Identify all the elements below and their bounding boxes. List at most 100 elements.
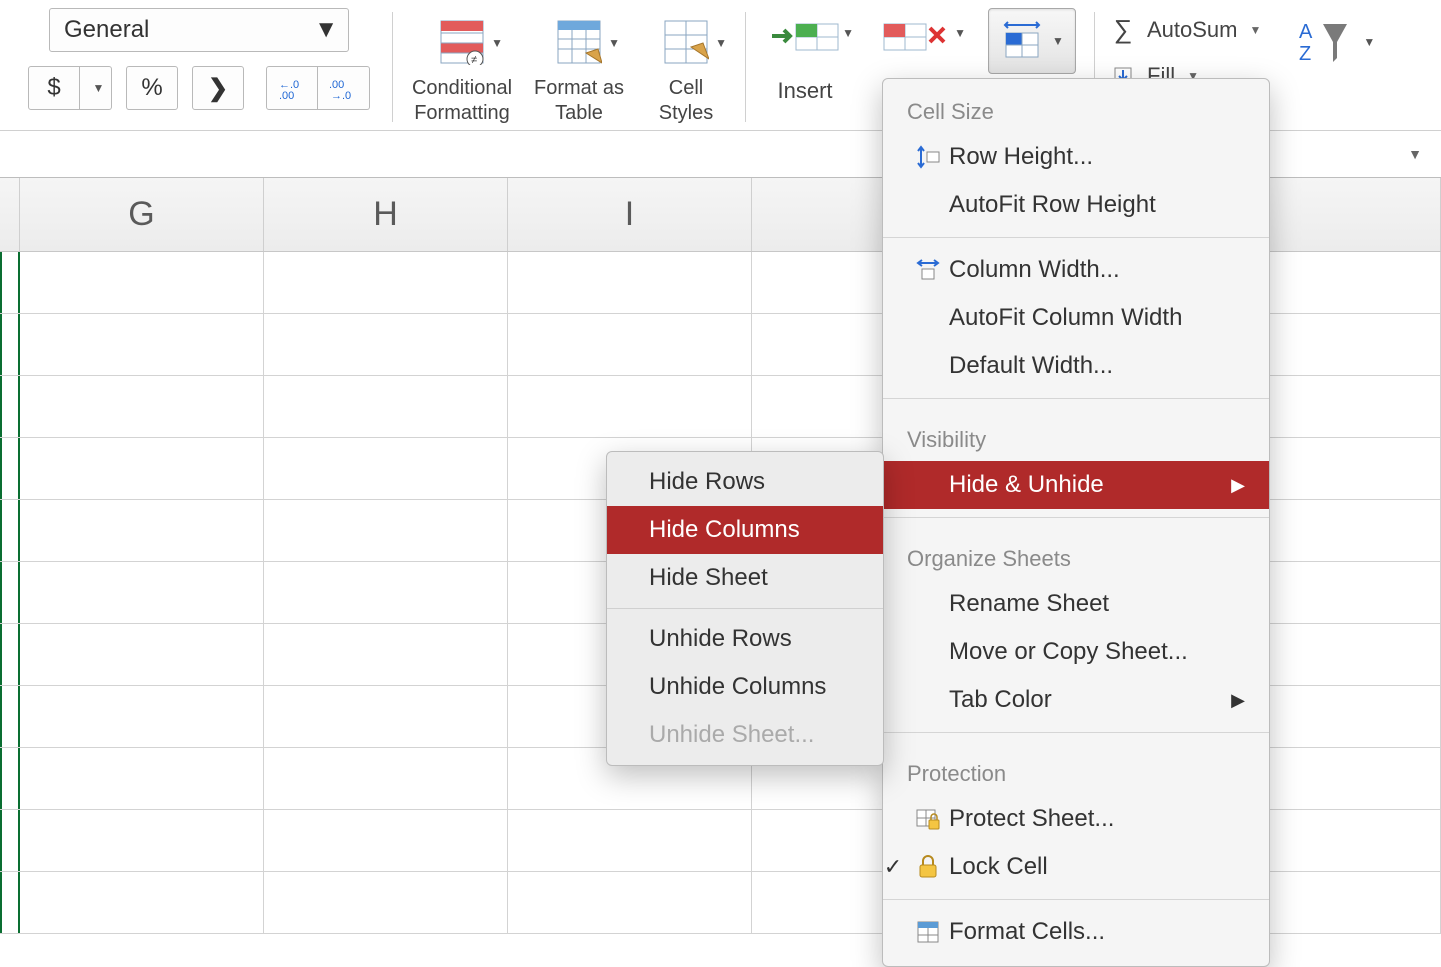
- chevron-down-icon: ▼: [608, 36, 620, 50]
- svg-text:.00: .00: [279, 90, 294, 100]
- menu-item-autofit-column-width[interactable]: AutoFit Column Width: [883, 294, 1269, 342]
- increase-decimal-icon: ←.0 .00: [277, 76, 307, 100]
- format-cells-icon: [1000, 19, 1044, 63]
- chevron-down-icon: ▼: [1250, 23, 1262, 37]
- menu-section-visibility: Visibility: [883, 407, 1269, 461]
- delete-cells-icon: [882, 18, 952, 54]
- percent-button[interactable]: %: [126, 66, 178, 110]
- submenu-label: Unhide Rows: [649, 625, 792, 652]
- chevron-down-icon: ▼: [1408, 146, 1422, 162]
- menu-item-protect-sheet[interactable]: Protect Sheet...: [883, 795, 1269, 843]
- submenu-label: Hide Columns: [649, 516, 800, 543]
- menu-item-label: Hide & Unhide: [949, 471, 1231, 499]
- column-header-edge: [0, 178, 20, 251]
- menu-item-row-height[interactable]: Row Height...: [883, 133, 1269, 181]
- submenu-item-unhide-sheet: Unhide Sheet...: [607, 711, 883, 759]
- menu-item-format-cells[interactable]: Format Cells...: [883, 908, 1269, 956]
- check-icon: ✓: [879, 854, 907, 880]
- sigma-icon: ∑: [1109, 14, 1137, 45]
- menu-item-label: Row Height...: [949, 143, 1245, 171]
- hide-unhide-submenu[interactable]: Hide Rows Hide Columns Hide Sheet Unhide…: [606, 451, 884, 766]
- menu-item-tab-color[interactable]: Tab Color ▶: [883, 676, 1269, 724]
- column-header-h[interactable]: H: [264, 178, 508, 251]
- menu-section-organize: Organize Sheets: [883, 526, 1269, 580]
- percent-symbol: %: [141, 74, 162, 102]
- chevron-down-icon: ▼: [314, 16, 338, 44]
- menu-item-label: Default Width...: [949, 352, 1245, 380]
- submenu-item-hide-sheet[interactable]: Hide Sheet: [607, 554, 883, 602]
- insert-cells-button[interactable]: ▼ Insert: [760, 8, 850, 104]
- column-header-g[interactable]: G: [20, 178, 264, 251]
- menu-item-label: Move or Copy Sheet...: [949, 638, 1245, 666]
- sort-filter-icon: A Z: [1299, 18, 1355, 66]
- chevron-down-icon: ▼: [715, 36, 727, 50]
- cell-styles-label: Cell Styles: [641, 76, 731, 126]
- lock-icon: [907, 854, 949, 880]
- sort-filter-button[interactable]: A Z ▼: [1299, 18, 1375, 66]
- comma-symbol: ❯: [208, 74, 228, 103]
- chevron-down-icon: ▼: [954, 26, 966, 40]
- number-format-group: General ▼ $ ▼ % ❯ ←.0: [20, 8, 378, 128]
- format-as-table-label: Format as Table: [529, 76, 629, 126]
- submenu-item-hide-rows[interactable]: Hide Rows: [607, 458, 883, 506]
- submenu-label: Unhide Columns: [649, 673, 826, 700]
- svg-text:→.0: →.0: [331, 90, 351, 100]
- menu-item-rename-sheet[interactable]: Rename Sheet: [883, 580, 1269, 628]
- chevron-down-icon: ▼: [842, 26, 854, 40]
- menu-section-protection: Protection: [883, 741, 1269, 795]
- submenu-arrow-icon: ▶: [1231, 475, 1245, 496]
- format-as-table-button[interactable]: ▼ Format as Table: [529, 8, 629, 126]
- format-as-table-icon: [556, 19, 602, 65]
- menu-section-cell-size: Cell Size: [883, 79, 1269, 133]
- insert-cells-icon: [770, 18, 840, 54]
- submenu-item-unhide-rows[interactable]: Unhide Rows: [607, 615, 883, 663]
- conditional-formatting-label: Conditional Formatting: [407, 76, 517, 126]
- format-menu[interactable]: Cell Size Row Height... AutoFit Row Heig…: [882, 78, 1270, 967]
- column-width-icon: [907, 257, 949, 283]
- cell-styles-icon: [663, 19, 709, 65]
- row-height-icon: [907, 144, 949, 170]
- expand-formula-bar-button[interactable]: ▼: [1401, 140, 1429, 168]
- chevron-down-icon: ▼: [491, 36, 503, 50]
- comma-style-button[interactable]: ❯: [192, 66, 244, 110]
- number-format-dropdown[interactable]: General ▼: [49, 8, 349, 52]
- menu-item-label: Tab Color: [949, 686, 1231, 714]
- menu-item-label: Protect Sheet...: [949, 805, 1245, 833]
- cell-styles-button[interactable]: ▼ Cell Styles: [641, 8, 731, 126]
- increase-decimal-button[interactable]: ←.0 .00: [266, 66, 318, 110]
- menu-item-move-copy-sheet[interactable]: Move or Copy Sheet...: [883, 628, 1269, 676]
- conditional-formatting-icon: ≠: [439, 19, 485, 65]
- menu-item-default-width[interactable]: Default Width...: [883, 342, 1269, 390]
- decrease-decimal-button[interactable]: .00 →.0: [318, 66, 370, 110]
- menu-item-label: Lock Cell: [949, 853, 1245, 881]
- decrease-decimal-icon: .00 →.0: [329, 76, 359, 100]
- menu-item-hide-unhide[interactable]: Hide & Unhide ▶: [883, 461, 1269, 509]
- autosum-button[interactable]: ∑ AutoSum ▼: [1109, 14, 1261, 45]
- submenu-label: Unhide Sheet...: [649, 721, 814, 748]
- svg-text:Z: Z: [1299, 43, 1311, 65]
- format-cells-dropdown-button[interactable]: ▼: [984, 8, 1080, 74]
- conditional-formatting-button[interactable]: ≠ ▼ Conditional Formatting: [407, 8, 517, 126]
- chevron-down-icon: ▼: [93, 81, 105, 95]
- menu-item-column-width[interactable]: Column Width...: [883, 246, 1269, 294]
- chevron-down-icon: ▼: [1363, 35, 1375, 49]
- editing-group: ∑ AutoSum ▼ Fill ▼: [1109, 8, 1261, 89]
- svg-text:A: A: [1299, 21, 1313, 43]
- chevron-down-icon: ▼: [1052, 34, 1064, 48]
- menu-item-label: Format Cells...: [949, 918, 1245, 946]
- submenu-item-hide-columns[interactable]: Hide Columns: [607, 506, 883, 554]
- currency-dropdown[interactable]: ▼: [80, 66, 112, 110]
- menu-item-label: AutoFit Row Height: [949, 191, 1245, 219]
- autosum-label: AutoSum: [1147, 17, 1238, 43]
- submenu-item-unhide-columns[interactable]: Unhide Columns: [607, 663, 883, 711]
- svg-text:≠: ≠: [471, 54, 477, 65]
- column-header-i[interactable]: I: [508, 178, 752, 251]
- insert-label: Insert: [777, 78, 832, 104]
- menu-item-label: Rename Sheet: [949, 590, 1245, 618]
- protect-sheet-icon: [907, 806, 949, 832]
- menu-item-lock-cell[interactable]: ✓ Lock Cell: [883, 843, 1269, 891]
- menu-item-label: AutoFit Column Width: [949, 304, 1245, 332]
- currency-button[interactable]: $: [28, 66, 80, 110]
- menu-item-autofit-row-height[interactable]: AutoFit Row Height: [883, 181, 1269, 229]
- currency-symbol: $: [47, 74, 60, 102]
